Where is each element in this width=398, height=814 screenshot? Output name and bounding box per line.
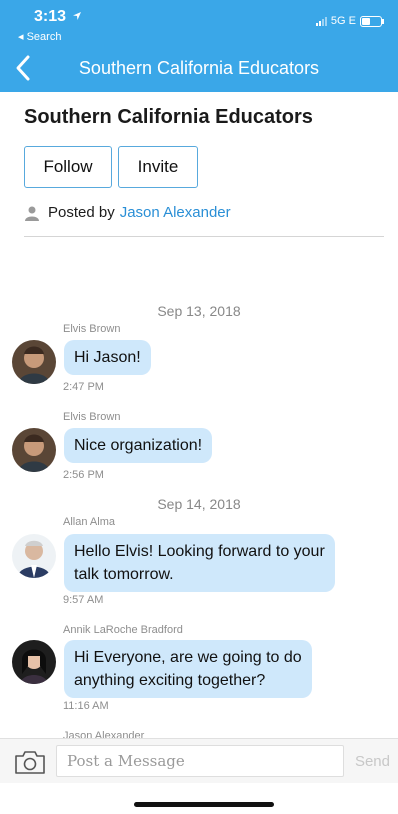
- message-bubble: Nice organization!: [64, 428, 213, 463]
- message-text: Hello Elvis! Looking forward to your: [74, 543, 325, 560]
- posted-by-label: Posted by: [48, 204, 115, 221]
- message-text: Hi Everyone, are we going to do: [74, 649, 302, 666]
- camera-icon[interactable]: [14, 749, 46, 775]
- invite-button[interactable]: Invite: [118, 146, 198, 188]
- avatar[interactable]: [12, 534, 56, 578]
- posted-by-author-link[interactable]: Jason Alexander: [120, 204, 231, 221]
- back-to-search-link[interactable]: ◂ Search: [18, 30, 61, 43]
- message-time: 2:56 PM: [63, 469, 104, 481]
- message-time: 9:57 AM: [63, 594, 104, 606]
- message-sender: Elvis Brown: [63, 411, 121, 423]
- message-composer: Send: [0, 738, 398, 783]
- nav-header: 3:13 ◂ Search 5G E Southern California E…: [0, 0, 398, 92]
- nav-title: Southern California Educators: [78, 58, 320, 78]
- status-time-text: 3:13: [34, 8, 67, 25]
- date-separator: Sep 13, 2018: [157, 303, 241, 319]
- page-title: Southern California Educators: [24, 106, 313, 128]
- signal-icon: [315, 16, 327, 26]
- date-separator: Sep 14, 2018: [157, 496, 241, 512]
- status-time: 3:13: [34, 8, 82, 26]
- home-indicator: [134, 802, 274, 807]
- message-sender: Allan Alma: [63, 516, 115, 528]
- message-sender: Elvis Brown: [63, 323, 121, 335]
- message-text: Hi Jason!: [74, 349, 141, 366]
- send-button[interactable]: Send: [355, 753, 390, 770]
- message-bubble: Hi Everyone, are we going to do anything…: [64, 640, 312, 698]
- divider: [24, 236, 384, 237]
- message-bubble: Hello Elvis! Looking forward to your tal…: [64, 534, 335, 592]
- message-text: Nice organization!: [74, 437, 203, 454]
- message-text: talk tomorrow.: [74, 566, 174, 583]
- message-input[interactable]: [56, 745, 344, 777]
- status-indicators: 5G E: [315, 15, 384, 27]
- network-label: 5G E: [330, 15, 356, 27]
- avatar[interactable]: [12, 640, 56, 684]
- battery-icon: [360, 15, 384, 27]
- message-sender: Annik LaRoche Bradford: [63, 624, 183, 636]
- message-time: 11:16 AM: [63, 700, 109, 712]
- follow-button[interactable]: Follow: [24, 146, 112, 188]
- message-bubble: Hi Jason!: [64, 340, 151, 375]
- person-icon: [25, 206, 39, 221]
- avatar[interactable]: [12, 340, 56, 384]
- posted-by: Posted by Jason Alexander: [24, 204, 231, 221]
- message-text: anything exciting together?: [74, 672, 266, 689]
- message-time: 2:47 PM: [63, 381, 104, 393]
- avatar[interactable]: [12, 428, 56, 472]
- location-arrow-icon: [73, 12, 82, 20]
